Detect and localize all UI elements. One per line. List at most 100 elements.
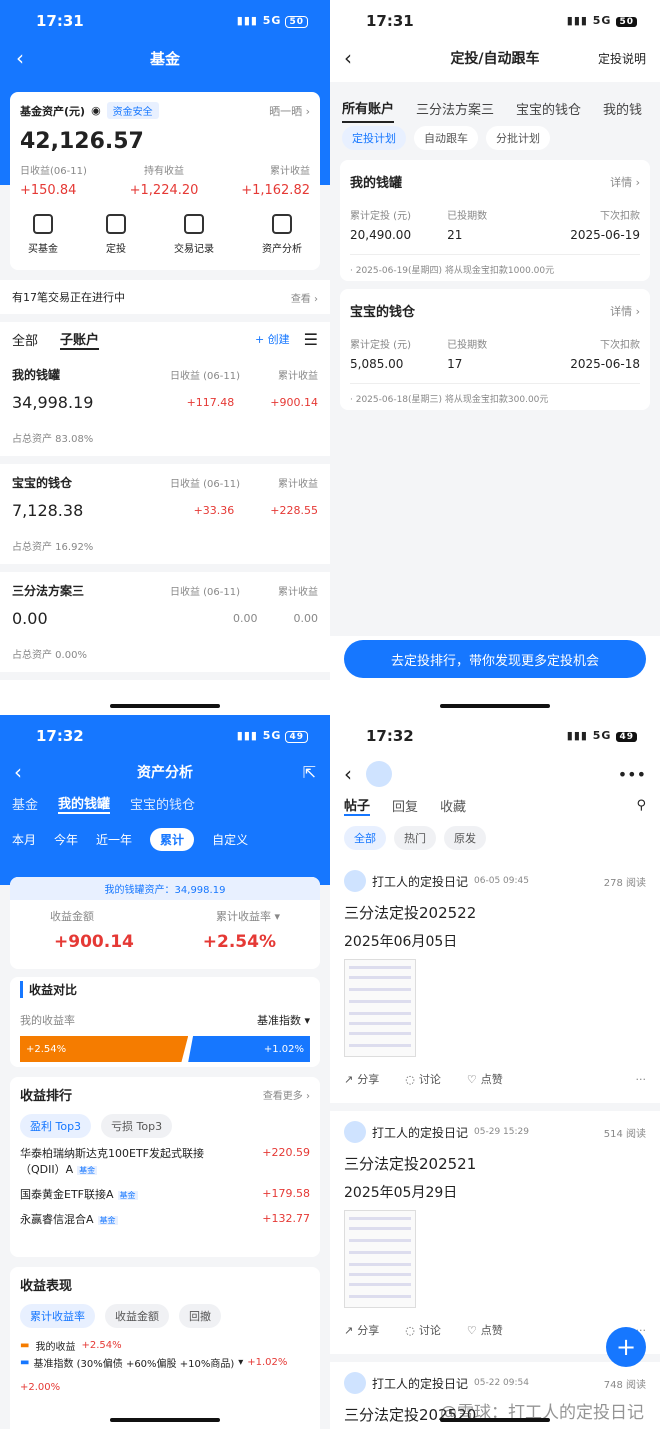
perf-tab-0[interactable]: 累计收益率 — [20, 1304, 95, 1328]
home-indicator — [440, 704, 550, 708]
action-1[interactable]: 定投 — [106, 214, 126, 255]
legend-bench: 基准指数 (30%偏债 +60%偏股 +10%商品) — [33, 1359, 235, 1370]
rank-title: 收益排行 — [20, 1089, 73, 1104]
share-icon[interactable]: ⇱ — [303, 763, 316, 782]
account-card[interactable]: 宝宝的钱仓 日收益 (06-11) 累计收益 7,128.38 +33.36 +228.5… — [0, 464, 330, 572]
post-more-icon[interactable]: ··· — [636, 1073, 647, 1086]
tab-2[interactable]: 收藏 — [440, 796, 466, 815]
legend-mine: 我的收益 — [35, 1342, 76, 1353]
post-thumbnail[interactable] — [344, 959, 416, 1057]
author-name[interactable]: 打工人的定投日记 — [372, 1375, 468, 1392]
post-card[interactable]: 打工人的定投日记 05-29 15:29 514 阅读 三分法定投202521 2025… — [330, 1111, 660, 1354]
cta-button[interactable]: 去定投排行，带你发现更多定投机会 — [344, 640, 646, 678]
author-avatar[interactable] — [344, 1372, 366, 1394]
account-share: 占总资产 83.08% — [12, 434, 94, 445]
post-action-1[interactable]: ◌ 讨论 — [405, 1071, 441, 1087]
create-button[interactable]: + 创建 — [255, 331, 290, 347]
rank-tab-1[interactable]: 亏损 Top3 — [101, 1114, 173, 1138]
post-action-1[interactable]: ◌ 讨论 — [405, 1322, 441, 1338]
plan-label: 已投期数 — [447, 211, 488, 222]
subtab-1[interactable]: 自动跟车 — [414, 126, 478, 150]
tab-1[interactable]: 我的钱罐 — [58, 793, 111, 814]
eye-icon[interactable]: ◉ — [91, 104, 101, 117]
period-1[interactable]: 今年 — [54, 831, 78, 848]
author-name[interactable]: 打工人的定投日记 — [372, 873, 468, 890]
tab-0[interactable]: 帖子 — [344, 795, 371, 816]
bench-dropdown-icon[interactable]: ▾ — [238, 1357, 243, 1368]
safe-badge[interactable]: 资金安全 — [106, 102, 159, 119]
total-asset: 42,126.57 — [20, 129, 144, 154]
filter-0[interactable]: 全部 — [344, 826, 386, 850]
legend-mine-value: +2.54% — [81, 1340, 122, 1351]
avatar[interactable] — [366, 761, 392, 787]
period-0[interactable]: 本月 — [12, 831, 36, 848]
comment-icon: ◌ — [405, 1324, 415, 1337]
filter-2[interactable]: 原发 — [444, 826, 486, 850]
cum-value: +900.14 — [270, 396, 318, 409]
pending-notice[interactable]: 有17笔交易正在进行中 查看 › — [0, 280, 330, 314]
period-4[interactable]: 自定义 — [212, 831, 248, 848]
tab-3[interactable]: 我的钱 — [603, 99, 642, 122]
record-icon — [184, 214, 204, 234]
tab-0[interactable]: 基金 — [12, 794, 38, 813]
subtab-0[interactable]: 定投计划 — [342, 126, 406, 150]
post-card[interactable]: 打工人的定投日记 06-05 09:45 278 阅读 三分法定投202522 2025… — [330, 860, 660, 1103]
period-2[interactable]: 近一年 — [96, 831, 132, 848]
compose-button[interactable]: + — [606, 1327, 646, 1367]
home-indicator — [110, 1418, 220, 1422]
account-card[interactable]: 三分法方案三 日收益 (06-11) 累计收益 0.00 0.00 0.00 占总资产 0.… — [0, 572, 330, 680]
battery-icon: 50 — [615, 16, 638, 28]
tab-1[interactable]: 回复 — [392, 796, 418, 815]
action-0[interactable]: 买基金 — [28, 214, 58, 255]
tab-subaccount[interactable]: 子账户 — [60, 329, 100, 350]
plan-detail-link[interactable]: 详情 › — [610, 303, 640, 319]
share-icon: ↗ — [344, 1324, 354, 1337]
post-title[interactable]: 三分法定投202522 — [344, 902, 646, 923]
post-action-2[interactable]: ♡ 点赞 — [467, 1071, 503, 1087]
perf-tab-2[interactable]: 回撤 — [179, 1304, 221, 1328]
more-link[interactable]: 查看更多 › — [263, 1087, 310, 1102]
author-name[interactable]: 打工人的定投日记 — [372, 1124, 468, 1141]
home-indicator — [110, 704, 220, 708]
status-bar: 17:31 ▮▮▮ 5G 50 — [330, 0, 660, 42]
menu-icon[interactable]: ☰ — [304, 330, 318, 349]
search-icon[interactable]: ⚲ — [636, 798, 646, 813]
author-avatar[interactable] — [344, 1121, 366, 1143]
tab-2[interactable]: 宝宝的钱仓 — [130, 794, 195, 813]
period-3[interactable]: 累计 — [150, 828, 195, 851]
tab-2[interactable]: 宝宝的钱仓 — [516, 99, 581, 122]
post-action-2[interactable]: ♡ 点赞 — [467, 1322, 503, 1338]
post-action-0[interactable]: ↗ 分享 — [344, 1071, 379, 1087]
fund-row[interactable]: 华泰柏瑞纳斯达克100ETF发起式联接（QDII）A 基金 +220.59 — [20, 1146, 310, 1179]
day-label: 日收益 (06-11) — [169, 479, 240, 490]
share-button[interactable]: 晒一晒 › — [269, 103, 310, 119]
bench-select[interactable]: 基准指数 ▾ — [257, 1012, 310, 1028]
more-icon[interactable]: ••• — [618, 765, 646, 784]
plan-card[interactable]: 我的钱罐 详情 › 累计定投 (元) 已投期数 下次扣款 20,490.00 21 2025-… — [340, 160, 650, 281]
author-avatar[interactable] — [344, 870, 366, 892]
legend-mine-icon: ▬ — [20, 1340, 30, 1351]
notice-link[interactable]: 查看 › — [291, 290, 318, 305]
fund-row[interactable]: 永赢睿信混合A 基金 +132.77 — [20, 1212, 310, 1229]
plan-card[interactable]: 宝宝的钱仓 详情 › 累计定投 (元) 已投期数 下次扣款 5,085.00 17 2025-… — [340, 289, 650, 410]
post-thumbnail[interactable] — [344, 1210, 416, 1308]
post-action-0[interactable]: ↗ 分享 — [344, 1322, 379, 1338]
plan-detail-link[interactable]: 详情 › — [610, 174, 640, 190]
action-label: 交易记录 — [174, 244, 214, 255]
post-title[interactable]: 三分法定投202521 — [344, 1153, 646, 1174]
subtab-2[interactable]: 分批计划 — [486, 126, 550, 150]
fund-row[interactable]: 国泰黄金ETF联接A 基金 +179.58 — [20, 1187, 310, 1204]
tab-0[interactable]: 所有账户 — [342, 98, 395, 123]
action-3[interactable]: 资产分析 — [262, 214, 302, 255]
back-icon[interactable]: ‹ — [344, 762, 352, 786]
rate-label[interactable]: 累计收益率 ▾ — [216, 908, 280, 924]
rank-tab-0[interactable]: 盈利 Top3 — [20, 1114, 92, 1138]
action-2[interactable]: 交易记录 — [174, 214, 214, 255]
help-link[interactable]: 定投说明 — [598, 50, 646, 67]
account-value: 0.00 — [12, 609, 48, 628]
filter-1[interactable]: 热门 — [394, 826, 436, 850]
account-card[interactable]: 我的钱罐 日收益 (06-11) 累计收益 34,998.19 +117.48 +900.… — [0, 356, 330, 464]
tab-1[interactable]: 三分法方案三 — [416, 99, 494, 122]
tab-all[interactable]: 全部 — [12, 330, 38, 349]
perf-tab-1[interactable]: 收益金额 — [105, 1304, 169, 1328]
